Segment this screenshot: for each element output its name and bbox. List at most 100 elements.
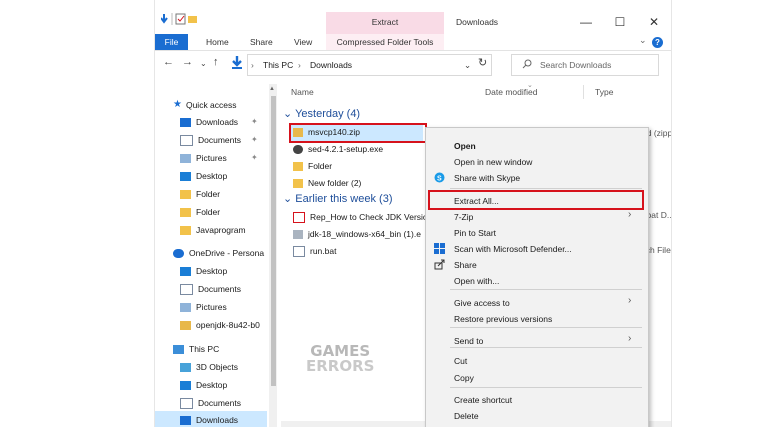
pictures-icon bbox=[180, 153, 191, 163]
sidebar-item-pictures[interactable]: Pictures ✦ bbox=[180, 149, 258, 167]
column-type[interactable]: Type bbox=[595, 87, 613, 97]
desktop-icon bbox=[180, 380, 191, 390]
group-collapse-icon[interactable]: ⌄ bbox=[283, 193, 295, 205]
pin-icon[interactable]: ✦ bbox=[251, 149, 258, 167]
maximize-button[interactable]: ☐ bbox=[603, 12, 637, 32]
menu-separator bbox=[450, 289, 642, 290]
tab-home[interactable]: Home bbox=[206, 34, 229, 50]
sidebar-item-label: Documents bbox=[198, 284, 241, 294]
sidebar-item-folder[interactable]: Folder bbox=[180, 203, 220, 221]
sidebar-item-downloads[interactable]: Downloads bbox=[155, 411, 267, 427]
menu-item-pin-to-start[interactable]: Pin to Start bbox=[454, 226, 496, 240]
pictures-icon bbox=[180, 302, 191, 312]
menu-item-open-with[interactable]: Open with... bbox=[454, 274, 499, 288]
breadcrumb-this-pc[interactable]: This PC bbox=[263, 58, 293, 72]
pin-icon[interactable]: ✦ bbox=[251, 113, 258, 131]
defender-icon bbox=[434, 243, 445, 254]
tab-share[interactable]: Share bbox=[250, 34, 273, 50]
menu-item-7-zip[interactable]: 7-Zip bbox=[454, 210, 473, 224]
pin-icon[interactable]: ✦ bbox=[251, 131, 258, 149]
menu-item-scan-with-microsoft-defender[interactable]: Scan with Microsoft Defender... bbox=[454, 242, 572, 256]
file-item[interactable]: Folder bbox=[293, 158, 332, 175]
sidebar-item-quick-access[interactable]: ★ Quick access bbox=[173, 96, 237, 114]
menu-item-copy[interactable]: Copy bbox=[454, 371, 474, 385]
file-item[interactable]: sed-4.2.1-setup.exe bbox=[293, 141, 383, 158]
annotation-highlight-file bbox=[289, 123, 427, 143]
tab-file[interactable]: File bbox=[155, 34, 188, 50]
sidebar-item-javaprogram[interactable]: Javaprogram bbox=[180, 221, 246, 239]
sidebar-item-label: Downloads bbox=[196, 415, 239, 425]
ribbon-expand-icon[interactable]: ⌄ bbox=[639, 35, 647, 46]
menu-item-create-shortcut[interactable]: Create shortcut bbox=[454, 393, 512, 407]
breadcrumb-chevron-icon: › bbox=[298, 60, 301, 70]
file-item[interactable]: Rep_How to Check JDK Versior bbox=[293, 209, 430, 226]
sidebar-item-label: Javaprogram bbox=[196, 225, 246, 235]
svg-text:S: S bbox=[437, 176, 442, 183]
document-icon bbox=[180, 283, 193, 295]
sidebar-item-documents[interactable]: Documents bbox=[180, 280, 241, 298]
menu-item-share[interactable]: Share bbox=[454, 258, 477, 272]
tab-compressed-folder-tools[interactable]: Compressed Folder Tools bbox=[326, 34, 444, 50]
column-name[interactable]: Name bbox=[291, 87, 314, 97]
up-arrow-icon[interactable]: ↑ bbox=[213, 56, 219, 68]
folder-icon bbox=[180, 207, 191, 217]
quick-access-icons[interactable] bbox=[161, 12, 201, 26]
sidebar-item-documents[interactable]: Documents bbox=[180, 394, 241, 412]
downloads-location-icon bbox=[232, 56, 242, 69]
sidebar-item-desktop[interactable]: Desktop bbox=[180, 167, 227, 185]
sidebar-item-downloads[interactable]: Downloads ✦ bbox=[180, 113, 258, 131]
menu-item-send-to[interactable]: Send to bbox=[454, 334, 483, 348]
setup-icon bbox=[293, 145, 303, 154]
search-placeholder: Search Downloads bbox=[540, 60, 612, 70]
extract-context-tab[interactable]: Extract bbox=[326, 12, 444, 34]
sidebar-item-3d-objects[interactable]: 3D Objects bbox=[180, 358, 238, 376]
minimize-button[interactable]: — bbox=[569, 12, 603, 32]
back-arrow-icon[interactable]: ← bbox=[163, 56, 174, 68]
file-item[interactable]: run.bat bbox=[293, 243, 336, 260]
scroll-up-icon[interactable]: ▲ bbox=[269, 86, 275, 92]
sidebar-item-label: Folder bbox=[196, 189, 221, 199]
menu-item-share-with-skype[interactable]: Share with Skype bbox=[454, 171, 520, 185]
sidebar-item-label: Quick access bbox=[185, 100, 237, 110]
menu-item-restore-previous-versions[interactable]: Restore previous versions bbox=[454, 312, 552, 326]
refresh-icon[interactable]: ↻ bbox=[478, 56, 487, 69]
watermark-line-errors: ERRORS bbox=[306, 357, 375, 375]
menu-item-delete[interactable]: Delete bbox=[454, 409, 479, 423]
recent-locations-icon[interactable]: ⌄ bbox=[200, 59, 207, 68]
submenu-chevron-icon: › bbox=[628, 295, 632, 306]
group-label: Earlier this week (3) bbox=[295, 193, 393, 205]
breadcrumb-downloads[interactable]: Downloads bbox=[310, 58, 352, 72]
share-icon bbox=[434, 259, 445, 270]
forward-arrow-icon[interactable]: → bbox=[182, 56, 193, 68]
sidebar-item-label: Desktop bbox=[196, 380, 228, 390]
sidebar-item-pictures[interactable]: Pictures bbox=[180, 298, 227, 316]
sidebar-item-desktop[interactable]: Desktop bbox=[180, 262, 227, 280]
document-icon bbox=[180, 134, 193, 146]
sidebar-item-label: This PC bbox=[189, 344, 220, 354]
desktop-icon bbox=[180, 171, 191, 181]
sidebar-item-openjdk-8u42-b0[interactable]: openjdk-8u42-b0 bbox=[180, 316, 260, 334]
file-item[interactable]: jdk-18_windows-x64_bin (1).e bbox=[293, 226, 421, 243]
file-name: run.bat bbox=[310, 246, 337, 256]
group-header[interactable]: ⌄ Yesterday (4) bbox=[283, 107, 360, 120]
close-button[interactable]: ✕ bbox=[637, 12, 671, 32]
breadcrumb-chevron-icon: › bbox=[251, 60, 254, 70]
menu-item-open-in-new-window[interactable]: Open in new window bbox=[454, 155, 532, 169]
file-item[interactable]: New folder (2) bbox=[293, 175, 361, 192]
tab-view[interactable]: View bbox=[294, 34, 312, 50]
address-dropdown-icon[interactable]: ⌄ bbox=[464, 58, 471, 72]
sidebar-item-documents[interactable]: Documents ✦ bbox=[180, 131, 258, 149]
menu-item-give-access-to[interactable]: Give access to bbox=[454, 296, 510, 310]
help-icon[interactable]: ? bbox=[652, 37, 663, 48]
submenu-chevron-icon: › bbox=[628, 209, 632, 220]
menu-item-cut[interactable]: Cut bbox=[454, 354, 467, 368]
sidebar-item-this-pc[interactable]: This PC bbox=[173, 340, 219, 358]
menu-item-open[interactable]: Open bbox=[454, 139, 476, 153]
sidebar-item-desktop[interactable]: Desktop bbox=[180, 376, 227, 394]
sidebar-item-folder[interactable]: Folder bbox=[180, 185, 220, 203]
sidebar-scrollbar-thumb[interactable] bbox=[271, 96, 276, 386]
file-name: jdk-18_windows-x64_bin (1).e bbox=[308, 229, 421, 239]
group-header[interactable]: ⌄ Earlier this week (3) bbox=[283, 192, 392, 205]
group-collapse-icon[interactable]: ⌄ bbox=[283, 108, 295, 120]
sidebar-item-onedrive-persona[interactable]: OneDrive - Persona bbox=[173, 244, 264, 262]
